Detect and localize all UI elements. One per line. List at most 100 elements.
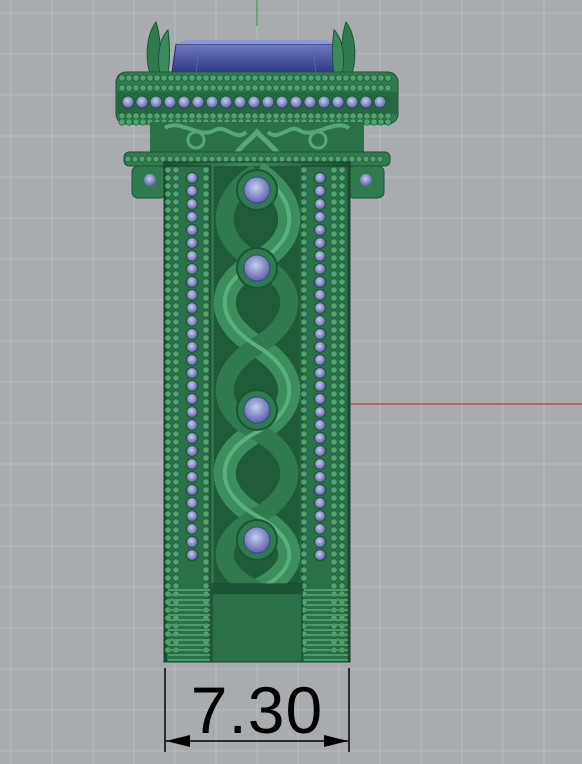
rail-bead xyxy=(330,206,338,214)
rail-bead xyxy=(300,262,308,270)
gallery-bead xyxy=(313,155,321,163)
rail-bead xyxy=(172,342,180,350)
rail-bead xyxy=(338,214,346,222)
rail-bead xyxy=(172,494,180,502)
rail-bead xyxy=(202,246,210,254)
halo-bead xyxy=(328,84,336,92)
halo-bead xyxy=(265,112,273,120)
rail-bead xyxy=(202,534,210,542)
rail-bead xyxy=(202,430,210,438)
rail-bead xyxy=(164,334,172,342)
rail-bead xyxy=(164,190,172,198)
rail-bead xyxy=(164,286,172,294)
gallery-bead xyxy=(271,155,279,163)
halo-stone xyxy=(191,95,205,109)
rail-bead xyxy=(300,542,308,550)
rail-stone xyxy=(314,510,326,522)
rail-bead xyxy=(202,326,210,334)
gallery-bead xyxy=(292,155,300,163)
rail-bead xyxy=(164,574,172,582)
rail-bead xyxy=(202,574,210,582)
rail-bead xyxy=(172,302,180,310)
rail-bead xyxy=(202,470,210,478)
rail-bead xyxy=(330,190,338,198)
halo-bead xyxy=(251,84,259,92)
rail-bead xyxy=(300,254,308,262)
rail-bead xyxy=(300,278,308,286)
rail-stone xyxy=(186,250,198,262)
rail-bead xyxy=(172,510,180,518)
halo-bead xyxy=(328,112,336,120)
halo-stone xyxy=(219,95,233,109)
rail-bead xyxy=(164,366,172,374)
halo-bead xyxy=(342,74,350,82)
dimension-value[interactable]: 7.30 xyxy=(166,672,348,748)
halo-bead xyxy=(153,74,161,82)
rail-bead xyxy=(338,174,346,182)
rail-bead xyxy=(172,574,180,582)
rail-bead xyxy=(172,566,180,574)
rail-bead xyxy=(330,478,338,486)
rail-bead xyxy=(338,446,346,454)
rail-bead xyxy=(338,254,346,262)
gallery-bead xyxy=(320,155,328,163)
rail-bead xyxy=(338,310,346,318)
rail-bead xyxy=(172,230,180,238)
rail-bead xyxy=(300,390,308,398)
rail-bead xyxy=(338,526,346,534)
rail-bead xyxy=(172,374,180,382)
halo-bead xyxy=(230,74,238,82)
rail-bead xyxy=(330,558,338,566)
halo-stone xyxy=(261,95,275,109)
viewport-canvas[interactable] xyxy=(0,0,582,764)
rail-bead xyxy=(172,454,180,462)
rail-bead xyxy=(300,550,308,558)
front-view-viewport[interactable]: 7.30 xyxy=(0,0,582,764)
rail-bead xyxy=(300,342,308,350)
halo-bead xyxy=(181,84,189,92)
rail-bead xyxy=(164,398,172,406)
rail-bead xyxy=(330,366,338,374)
rail-stone xyxy=(314,302,326,314)
rail-bead xyxy=(338,334,346,342)
halo-bead xyxy=(377,112,385,120)
halo-bead xyxy=(370,74,378,82)
rail-stone xyxy=(314,523,326,535)
gallery-beads xyxy=(124,155,384,163)
ring-model[interactable] xyxy=(115,20,399,663)
rail-bead xyxy=(338,414,346,422)
rail-bead xyxy=(338,390,346,398)
rail-bead xyxy=(300,206,308,214)
rail-bead xyxy=(300,326,308,334)
halo-stone xyxy=(163,95,177,109)
halo-bead xyxy=(174,74,182,82)
rail-bead xyxy=(172,238,180,246)
rail-stone xyxy=(314,497,326,509)
rail-bead xyxy=(300,558,308,566)
rail-bead xyxy=(300,214,308,222)
gallery-bead xyxy=(229,155,237,163)
rail-bead xyxy=(300,310,308,318)
halo-bead xyxy=(272,84,280,92)
rail-bead xyxy=(330,518,338,526)
rail-stone xyxy=(314,315,326,327)
rail-bead xyxy=(202,518,210,526)
halo-bead xyxy=(146,84,154,92)
rail-bead xyxy=(164,470,172,478)
halo-bead xyxy=(279,84,287,92)
rail-bead xyxy=(300,510,308,518)
center-stone xyxy=(171,40,341,73)
halo-bead xyxy=(272,74,280,82)
halo-bead xyxy=(209,74,217,82)
halo-bead xyxy=(258,74,266,82)
rail-bead xyxy=(330,358,338,366)
rail-stone xyxy=(314,419,326,431)
halo-bead xyxy=(230,112,238,120)
halo-bead xyxy=(181,74,189,82)
rail-bead xyxy=(202,382,210,390)
rail-stone xyxy=(314,458,326,470)
rail-bead xyxy=(164,326,172,334)
rail-bead xyxy=(202,318,210,326)
rail-bead xyxy=(330,486,338,494)
halo-bead xyxy=(167,112,175,120)
